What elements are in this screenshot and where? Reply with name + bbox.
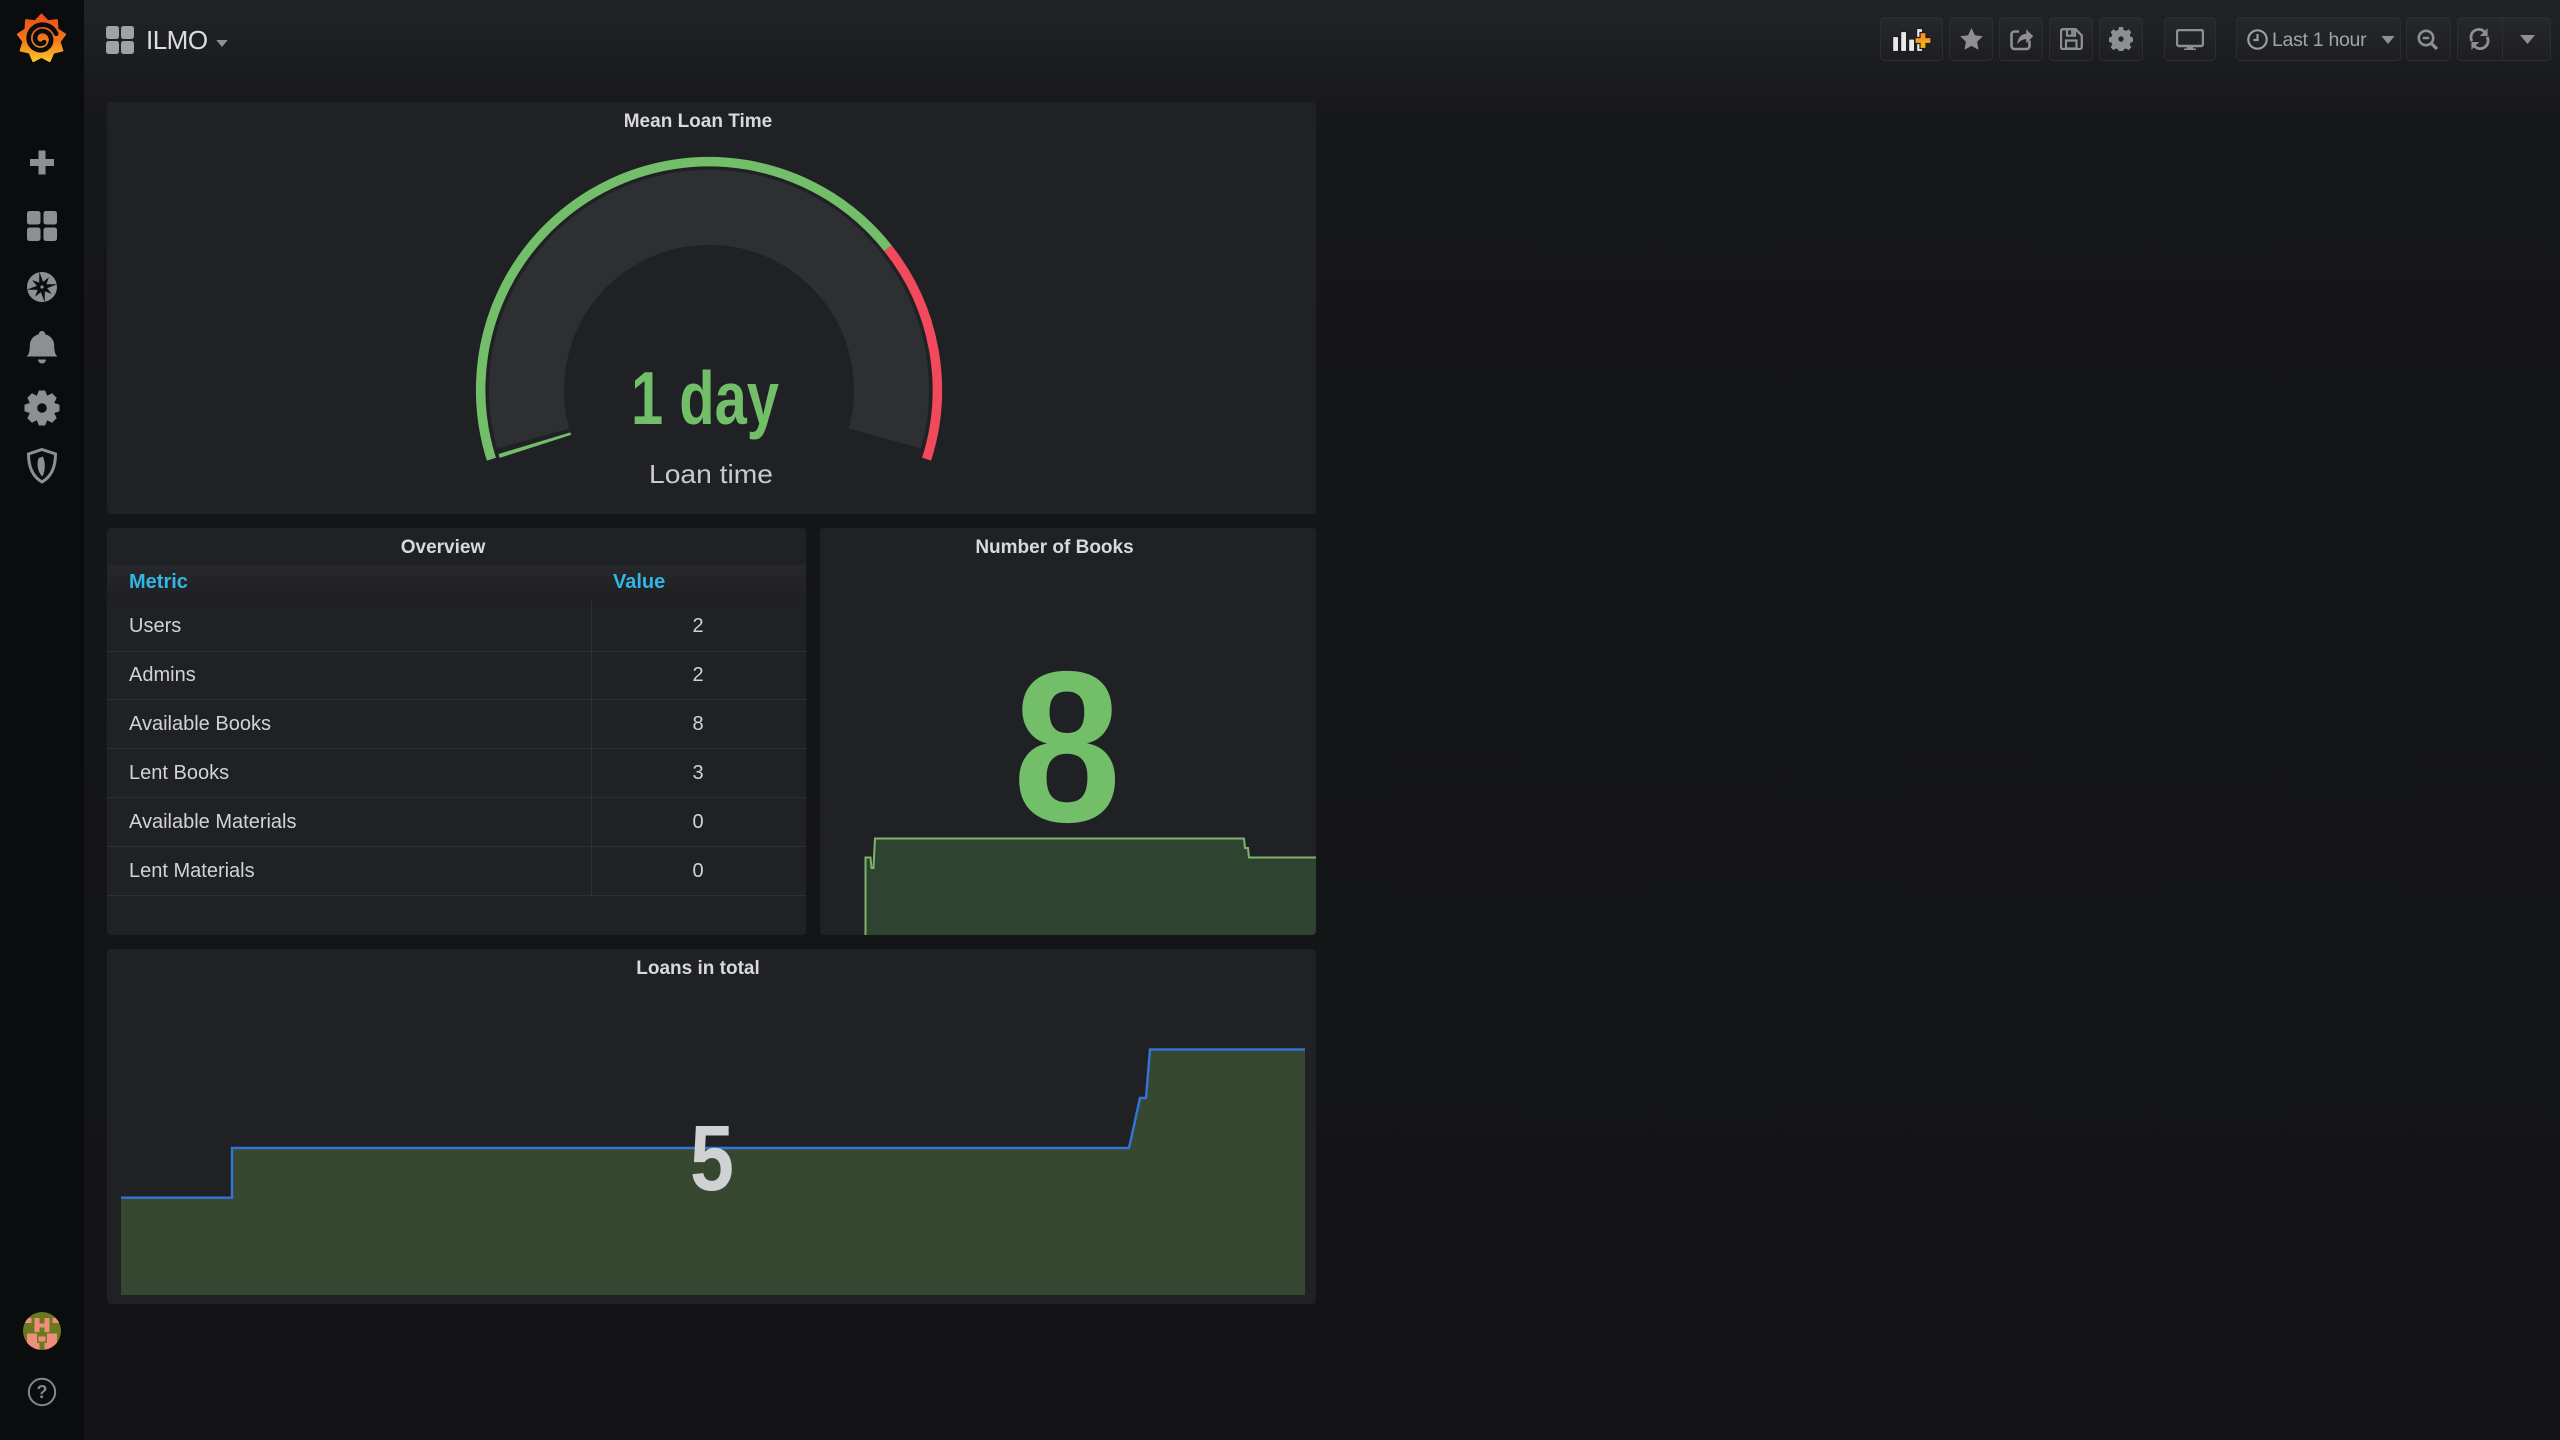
svg-text:1 day: 1 day <box>631 356 779 440</box>
svg-text:8: 8 <box>1013 626 1121 867</box>
svg-text:?: ? <box>37 1382 48 1402</box>
svg-text:5: 5 <box>690 1106 734 1210</box>
svg-text:Loan time: Loan time <box>649 459 773 489</box>
